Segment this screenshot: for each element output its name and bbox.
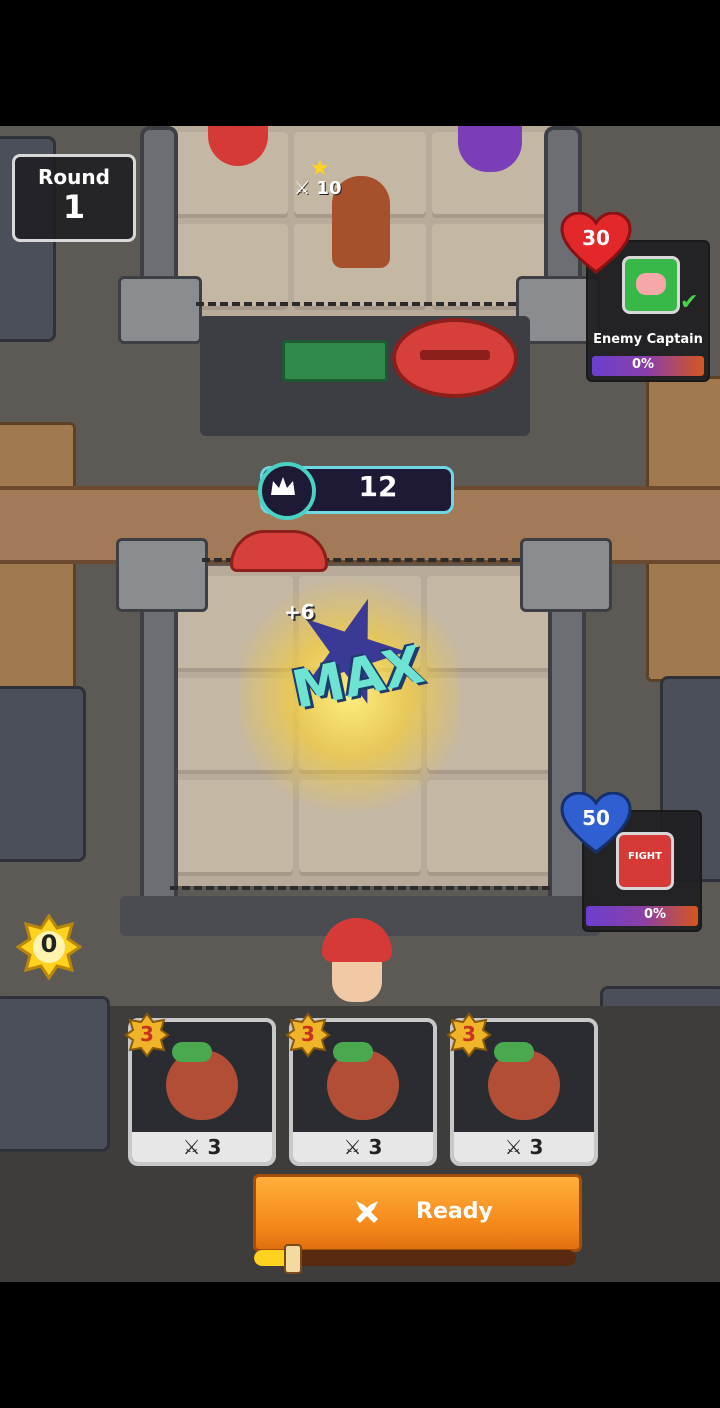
- enemy-hp: 30: [582, 226, 610, 250]
- pillar: [140, 596, 178, 924]
- metal-plate: [0, 996, 110, 1152]
- leaf-icon: [494, 1042, 534, 1062]
- ready-timer-bar: [254, 1250, 576, 1266]
- corner-post: [520, 538, 612, 612]
- chain-fence: [170, 886, 550, 890]
- ready-button[interactable]: Ready: [253, 1174, 582, 1252]
- level-badge: 3: [446, 1012, 492, 1058]
- crown-score-value: 12: [358, 470, 398, 503]
- sword-icon: ⚔: [182, 1135, 201, 1159]
- level-badge: 3: [285, 1012, 331, 1058]
- player-hp: 50: [582, 806, 610, 830]
- enemy-heart-icon: 30: [560, 211, 632, 274]
- round-label: Round: [38, 165, 110, 189]
- hourglass-icon: [284, 1244, 302, 1274]
- exit-sign: [282, 340, 388, 382]
- enemy-progress-bar: 0%: [592, 356, 704, 376]
- sword-icon: ⚔: [504, 1135, 523, 1159]
- unit-power: ⚔ 3: [293, 1132, 433, 1162]
- corner-post: [116, 538, 208, 612]
- top-letterbox: [0, 0, 720, 126]
- plus-bonus-text: +6: [284, 600, 315, 624]
- coin-value: 0: [40, 930, 58, 958]
- ready-label: Ready: [416, 1199, 493, 1224]
- enemy-captain-name: Enemy Captain: [593, 332, 703, 347]
- corner-post: [118, 276, 202, 344]
- sword-icon: ⚔: [343, 1135, 362, 1159]
- check-icon: ✔: [680, 290, 699, 315]
- bottom-letterbox: [0, 1282, 720, 1408]
- enemy-unit-level: ⚔ 10: [294, 178, 342, 199]
- round-indicator: Round 1: [12, 154, 136, 242]
- level-badge: 3: [124, 1012, 170, 1058]
- crown-icon: [258, 462, 316, 520]
- round-value: 1: [62, 188, 86, 226]
- star-icon: ★: [310, 156, 330, 181]
- player-progress-bar: 0%: [586, 906, 698, 926]
- wooden-plank: [0, 422, 76, 728]
- sword-icon: ⚔: [294, 178, 311, 199]
- chain-fence: [196, 302, 516, 306]
- unit-power: ⚔ 3: [132, 1132, 272, 1162]
- pillar: [548, 596, 586, 924]
- leaf-icon: [333, 1042, 373, 1062]
- metal-plate: [0, 686, 86, 862]
- leaf-icon: [172, 1042, 212, 1062]
- player-captain[interactable]: [322, 918, 392, 1014]
- unit-power: ⚔ 3: [454, 1132, 594, 1162]
- no-entry-sign: [392, 318, 518, 398]
- player-heart-icon: 50: [560, 791, 632, 854]
- crossed-swords-icon: [352, 1197, 382, 1227]
